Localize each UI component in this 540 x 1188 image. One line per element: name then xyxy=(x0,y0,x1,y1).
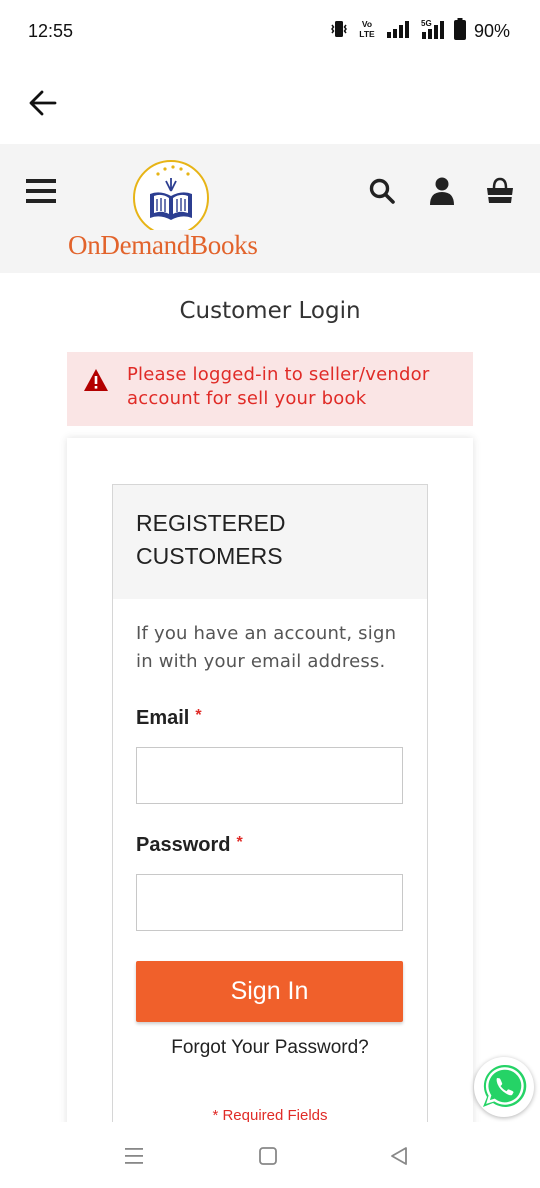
password-label: Password * xyxy=(136,834,243,857)
password-required-mark: * xyxy=(236,834,243,851)
email-label-text: Email xyxy=(136,707,190,729)
account-button[interactable] xyxy=(427,176,457,206)
back-triangle-icon xyxy=(391,1147,407,1165)
battery-icon xyxy=(453,18,466,44)
svg-text:LTE: LTE xyxy=(359,29,375,39)
volte-icon: Vo LTE xyxy=(356,18,378,44)
page-title: Customer Login xyxy=(179,298,361,324)
cart-button[interactable] xyxy=(485,176,515,206)
whatsapp-icon xyxy=(483,1064,527,1107)
nav-back-button[interactable] xyxy=(385,1142,413,1170)
sign-in-button[interactable]: Sign In xyxy=(136,961,403,1022)
search-icon xyxy=(369,178,395,204)
menu-button[interactable] xyxy=(26,178,56,204)
book-logo-icon xyxy=(133,160,209,230)
vibrate-icon xyxy=(330,19,348,43)
back-button[interactable] xyxy=(26,86,60,120)
home-icon xyxy=(259,1147,277,1165)
login-card: REGISTERED CUSTOMERS If you have an acco… xyxy=(67,438,473,1144)
site-header: OnDemandBooks xyxy=(0,144,540,273)
svg-text:Vo: Vo xyxy=(362,19,372,29)
battery-percent: 90% xyxy=(473,20,510,41)
arrow-left-icon xyxy=(29,90,57,116)
svg-text:5G: 5G xyxy=(421,19,432,28)
registered-customers-block: REGISTERED CUSTOMERS If you have an acco… xyxy=(112,484,428,1144)
block-title-bar: REGISTERED CUSTOMERS xyxy=(113,485,427,599)
hamburger-menu-icon xyxy=(26,179,56,203)
password-label-text: Password xyxy=(136,834,231,856)
email-field[interactable] xyxy=(136,747,403,804)
5g-signal-icon: 5G xyxy=(418,18,446,44)
status-bar: 12:55 Vo LTE 5G 90% xyxy=(0,0,540,62)
app-bar xyxy=(0,62,540,144)
whatsapp-button[interactable] xyxy=(474,1057,534,1117)
recent-apps-icon xyxy=(125,1148,143,1164)
cart-icon xyxy=(487,177,513,203)
forgot-password-link[interactable]: Forgot Your Password? xyxy=(113,1037,427,1059)
block-description: If you have an account, sign in with you… xyxy=(136,623,397,672)
password-field[interactable] xyxy=(136,874,403,931)
logo-text: OnDemandBooks xyxy=(68,230,258,260)
system-nav-bar xyxy=(0,1122,540,1188)
account-icon xyxy=(430,177,454,205)
error-alert: Please logged-in to seller/vendor accoun… xyxy=(67,352,473,426)
email-required-mark: * xyxy=(195,707,202,724)
home-button[interactable] xyxy=(254,1142,282,1170)
recent-apps-button[interactable] xyxy=(120,1142,148,1170)
status-time: 12:55 xyxy=(28,21,74,41)
search-button[interactable] xyxy=(367,176,397,206)
status-icons: Vo LTE 5G 90% xyxy=(330,18,510,44)
site-logo[interactable]: OnDemandBooks xyxy=(68,158,273,266)
email-label: Email * xyxy=(136,707,202,730)
signal-icon xyxy=(386,19,410,43)
block-title: REGISTERED CUSTOMERS xyxy=(136,510,286,569)
warning-icon xyxy=(84,369,108,391)
alert-message: Please logged-in to seller/vendor accoun… xyxy=(127,364,430,409)
